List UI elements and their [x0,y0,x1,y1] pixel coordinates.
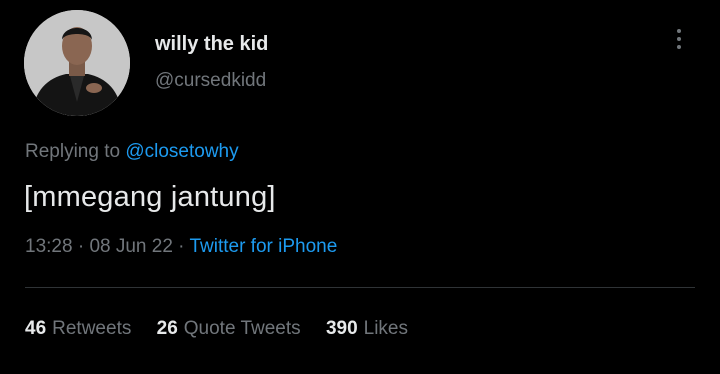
profile-photo [24,10,130,116]
replying-prefix: Replying to [25,141,126,162]
likes-label: Likes [363,318,408,339]
tweet-date[interactable]: 08 Jun 22 [89,236,172,257]
tweet-text: [mmegang jantung] [24,181,276,213]
author-handle[interactable]: @cursedkidd [155,70,266,92]
likes-count: 390 [325,318,358,339]
avatar[interactable] [24,10,130,116]
tweet-time[interactable]: 13:28 [25,236,73,257]
retweets-label: Retweets [52,318,132,339]
meta-separator: · [72,236,90,257]
retweets-stat[interactable]: 46 Retweets [25,318,131,340]
tweet-source-link[interactable]: Twitter for iPhone [189,236,337,257]
replying-to: Replying to @closetowhy [25,141,239,163]
author-display-name[interactable]: willy the kid [155,33,268,56]
divider [25,287,695,288]
reply-mention-link[interactable]: @closetowhy [125,141,238,162]
more-dot [677,29,681,33]
retweets-count: 46 [25,318,47,339]
quote-tweets-count: 26 [156,318,178,339]
quote-tweets-label: Quote Tweets [183,318,301,339]
tweet-stats: 46 Retweets 26 Quote Tweets 390 Likes [25,318,428,340]
more-dot [677,45,681,49]
quote-tweets-stat[interactable]: 26 Quote Tweets [157,318,301,340]
likes-stat[interactable]: 390 Likes [326,318,408,340]
meta-separator: · [172,236,190,257]
tweet-meta: 13:28 · 08 Jun 22 · Twitter for iPhone [25,236,337,258]
more-vertical-icon[interactable] [664,24,694,54]
more-dot [677,37,681,41]
